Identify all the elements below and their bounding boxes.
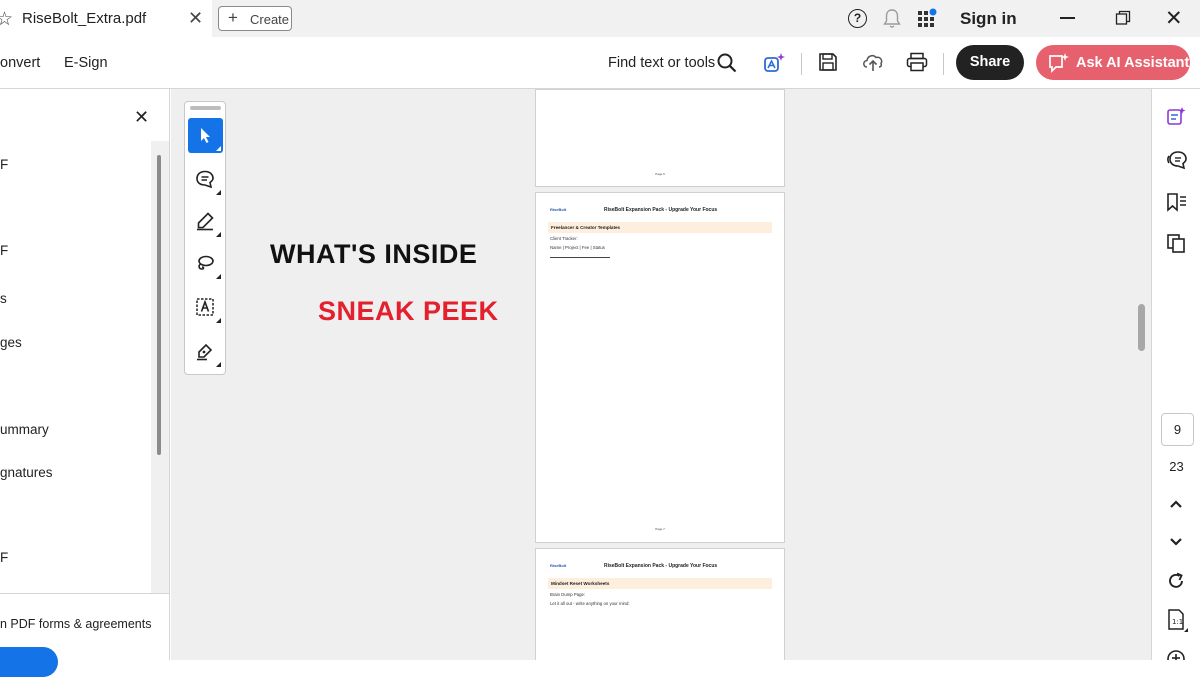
panel-footer-text: n PDF forms & agreements [0, 617, 152, 631]
page-text-line: Brain Dump Page: [550, 592, 586, 597]
section-heading-band: Mindset Reset Worksheets [548, 578, 772, 589]
panel-item[interactable]: F [0, 157, 8, 172]
menu-convert[interactable]: onvert [0, 55, 40, 71]
menu-esign[interactable]: E-Sign [64, 55, 108, 71]
main-toolbar: onvert E-Sign Find text or tools Share A… [0, 37, 1200, 89]
star-icon[interactable]: ☆ [0, 8, 13, 31]
close-tab-icon[interactable]: ✕ [188, 8, 203, 29]
upload-icon[interactable] [861, 52, 885, 72]
ask-ai-assistant-button[interactable]: Ask AI Assistant [1036, 45, 1190, 80]
tool-options-corner [216, 318, 221, 323]
ai-tools-icon[interactable] [763, 51, 787, 75]
pages-icon[interactable] [1166, 233, 1186, 253]
sign-icon [197, 343, 213, 361]
page-rule [550, 257, 610, 258]
fit-page-icon[interactable]: 1:1 [1166, 608, 1188, 632]
highlight-icon [197, 212, 214, 231]
close-panel-icon[interactable]: ✕ [134, 107, 149, 128]
pdf-page-6[interactable]: Page 6 [535, 89, 785, 187]
toolbar-separator [801, 53, 802, 75]
zoom-in-icon[interactable] [1166, 649, 1186, 660]
sneak-peek-heading: SNEAK PEEK [318, 296, 499, 326]
document-tab[interactable]: ☆ RiseBolt_Extra.pdf ✕ [0, 0, 212, 37]
previous-page-icon[interactable] [1169, 499, 1183, 509]
maximize-icon[interactable] [1115, 10, 1131, 26]
highlight-tool[interactable] [188, 204, 223, 239]
page-number-label: Page 7 [655, 527, 665, 531]
page-header: RiseBolt Expansion Pack - Upgrade Your F… [604, 207, 718, 213]
page-logo: RiseBolt [550, 563, 567, 568]
current-page-input[interactable]: 9 [1161, 413, 1194, 446]
quick-tools-bar [184, 101, 226, 375]
create-label: Create [250, 12, 290, 27]
select-icon [201, 128, 210, 143]
page-text-line: Let it all out - write anything on your … [550, 601, 630, 606]
create-button[interactable]: + Create [218, 6, 292, 31]
tool-options-corner [216, 146, 221, 151]
save-icon[interactable] [818, 52, 838, 72]
refresh-icon[interactable] [1166, 571, 1186, 591]
apps-icon[interactable] [917, 8, 939, 30]
lasso-icon [198, 255, 214, 270]
section-heading: Mindset Reset Worksheets [551, 581, 610, 586]
document-tab-title[interactable]: RiseBolt_Extra.pdf [22, 10, 146, 27]
panel-item[interactable]: ummary [0, 422, 49, 437]
page-header: RiseBolt Expansion Pack - Upgrade Your F… [604, 563, 718, 569]
next-page-icon[interactable] [1169, 537, 1183, 547]
page-text-line: Name | Project | Fee | Status [550, 245, 605, 250]
select-tool[interactable] [188, 118, 223, 153]
search-icon[interactable] [716, 52, 738, 74]
window-close-icon[interactable]: ✕ [1165, 6, 1183, 31]
panel-item[interactable]: s [0, 291, 7, 306]
comment-tool[interactable] [188, 162, 223, 197]
sign-in-link[interactable]: Sign in [960, 9, 1017, 29]
tool-options-corner [216, 362, 221, 367]
page-number-label: Page 6 [655, 172, 665, 176]
tab-bar: ☆ RiseBolt_Extra.pdf ✕ + Create ? Sign i… [0, 0, 1200, 37]
tool-options-corner [216, 232, 221, 237]
whats-inside-heading: WHAT'S INSIDE [270, 239, 478, 269]
bookmark-icon[interactable] [1166, 192, 1188, 212]
document-scrollbar-thumb[interactable] [1138, 304, 1145, 351]
document-viewer[interactable]: WHAT'S INSIDE SNEAK PEEK Page 6 RiseBolt… [171, 89, 1151, 660]
section-heading: Freelancer & Creator Templates [551, 225, 621, 230]
tool-options-corner [216, 274, 221, 279]
total-pages-label: 23 [1169, 459, 1184, 474]
panel-scrollbar-thumb[interactable] [157, 155, 161, 455]
panel-item[interactable]: gnatures [0, 465, 53, 480]
text-box-tool[interactable] [188, 290, 223, 325]
minimize-icon[interactable] [1060, 17, 1075, 19]
pdf-page-7[interactable]: RiseBolt RiseBolt Expansion Pack - Upgra… [535, 192, 785, 543]
ai-assistant-icon [1049, 53, 1069, 74]
bell-icon[interactable] [882, 8, 902, 29]
panel-item[interactable]: F [0, 550, 8, 565]
panel-divider [0, 593, 170, 594]
pdf-page-8[interactable]: RiseBolt RiseBolt Expansion Pack - Upgra… [535, 548, 785, 660]
right-rail: 9 23 1:1 [1151, 89, 1200, 660]
sign-tool[interactable] [188, 334, 223, 369]
share-button[interactable]: Share [956, 45, 1024, 80]
page-text-line: Client Tracker: [550, 236, 578, 241]
help-icon[interactable]: ? [848, 9, 867, 28]
left-tools-panel: ✕ F F s ges ummary gnatures F n PDF form… [0, 89, 170, 677]
comments-panel-icon[interactable] [1166, 150, 1188, 170]
toolbar-grip-handle[interactable] [190, 106, 221, 110]
edit-pdf-icon[interactable] [1166, 106, 1186, 126]
page-logo: RiseBolt [550, 207, 567, 212]
comment-icon [196, 170, 214, 189]
panel-item[interactable]: ges [0, 335, 22, 350]
print-icon[interactable] [906, 52, 928, 72]
ask-ai-assistant-label: Ask AI Assistant [1076, 55, 1190, 71]
text-box-icon [196, 298, 214, 316]
lasso-tool[interactable] [188, 246, 223, 281]
plus-icon: + [228, 8, 238, 27]
panel-item[interactable]: F [0, 243, 8, 258]
toolbar-separator [943, 53, 944, 75]
section-heading-band: Freelancer & Creator Templates [548, 222, 772, 233]
tool-options-corner [216, 190, 221, 195]
find-text-or-tools[interactable]: Find text or tools [608, 55, 715, 71]
panel-primary-button[interactable] [0, 647, 58, 677]
svg-text:1:1: 1:1 [1172, 618, 1183, 626]
